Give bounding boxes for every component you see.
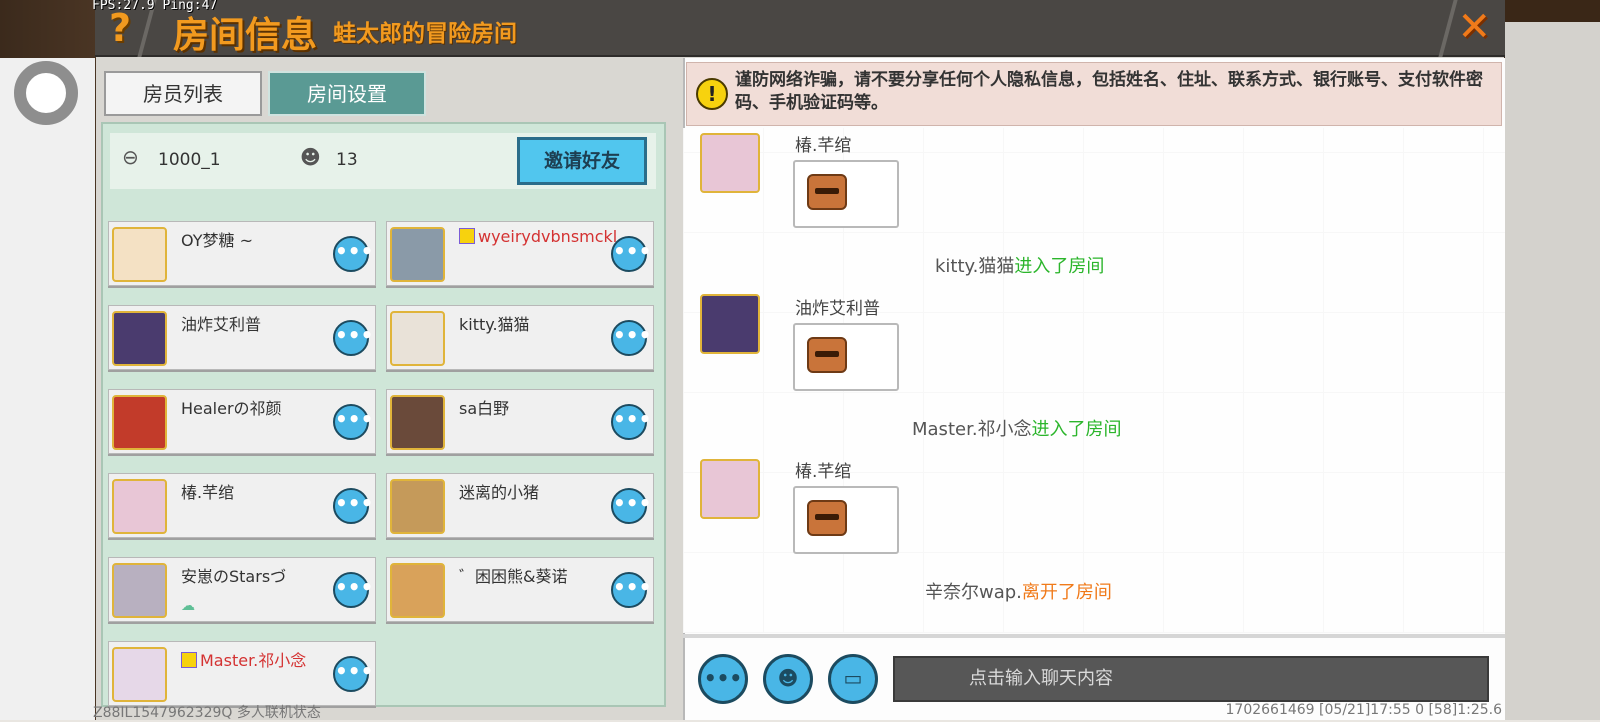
member-name: ゛困困熊&葵诺 (459, 567, 568, 586)
member-card[interactable]: OY梦糖 ~ ••• (108, 221, 376, 286)
member-name: 迷离的小猪 (459, 483, 540, 502)
room-name: 蛙太郎的冒险房间 (333, 21, 517, 47)
room-id: 1000_1 (158, 150, 221, 170)
avatar[interactable] (390, 479, 445, 534)
member-more-button[interactable]: ••• (611, 404, 651, 440)
invite-friends-button[interactable]: 邀请好友 (517, 137, 647, 185)
keyboard-button[interactable]: ▭ (828, 654, 878, 704)
member-more-button[interactable]: ••• (611, 320, 651, 356)
vip-badge-icon (181, 652, 197, 668)
vip-badge-icon (459, 228, 475, 244)
member-card[interactable]: Healerの祁颜 ••• (108, 389, 376, 454)
member-card[interactable]: Master.祁小念 ••• (108, 641, 376, 706)
avatar[interactable] (390, 311, 445, 366)
chat-more-button[interactable]: ••• (698, 654, 748, 704)
member-card[interactable]: 油炸艾利普 ••• (108, 305, 376, 370)
avatar[interactable] (390, 227, 445, 282)
member-more-button[interactable]: ••• (333, 320, 373, 356)
chat-divider (683, 634, 1505, 638)
system-action: 进入了房间 (1014, 256, 1105, 277)
chat-avatar[interactable] (700, 133, 760, 193)
left-side-pad (0, 58, 95, 720)
member-more-button[interactable]: ••• (333, 488, 373, 524)
footer-status-left: Z88IL1547962329Q 多人联机状态 (93, 705, 321, 721)
player-count: 13 (336, 150, 358, 170)
avatar[interactable] (112, 311, 167, 366)
chat-sender-name: 油炸艾利普 (795, 299, 880, 319)
game-world-right (1505, 0, 1600, 720)
member-name: 椿.芊绾 (181, 483, 235, 502)
tab-member-list[interactable]: 房员列表 (104, 71, 262, 116)
server-icon: ⊖ (122, 145, 139, 169)
emoji-button[interactable]: ☻ (763, 654, 813, 704)
chat-avatar[interactable] (700, 459, 760, 519)
member-card[interactable]: 迷离的小猪 ••• (386, 473, 654, 538)
emoji-sticker-icon (807, 500, 847, 536)
close-divider (1438, 0, 1458, 57)
system-message: 辛奈尔wap.离开了房间 (925, 578, 1112, 604)
chat-input[interactable]: 点击输入聊天内容 (893, 656, 1489, 702)
system-action: 离开了房间 (1021, 582, 1112, 603)
system-user: Master.祁小念 (912, 419, 1032, 440)
member-card[interactable]: kitty.猫猫 ••• (386, 305, 654, 370)
member-more-button[interactable]: ••• (333, 572, 373, 608)
footer-status-right: 1702661469 [05/21]17:55 0 [58]1:25.6 (1225, 702, 1502, 718)
avatar[interactable] (112, 227, 167, 282)
emoji-sticker-icon (807, 174, 847, 210)
page-title: 房间信息 (173, 15, 318, 56)
avatar[interactable] (112, 395, 167, 450)
member-more-button[interactable]: ••• (611, 236, 651, 272)
tab-room-settings[interactable]: 房间设置 (268, 71, 426, 116)
chat-sender-name: 椿.芊绾 (795, 462, 852, 482)
avatar[interactable] (390, 563, 445, 618)
member-name: wyeirydvbnsmckl (459, 227, 617, 246)
title-bar: ? 房间信息 蛙太郎的冒险房间 ✕ (95, 0, 1505, 57)
cloud-icon: ☁ (181, 598, 195, 614)
close-icon[interactable]: ✕ (1457, 4, 1491, 50)
system-user: 辛奈尔wap. (925, 582, 1022, 603)
member-name: 油炸艾利普 (181, 315, 262, 334)
avatar[interactable] (390, 395, 445, 450)
system-user: kitty.猫猫 (935, 256, 1015, 277)
member-name: OY梦糖 ~ (181, 231, 253, 250)
fraud-warning-banner: ! 谨防网络诈骗，请不要分享任何个人隐私信息，包括姓名、住址、联系方式、银行账号… (686, 62, 1502, 126)
chat-bubble (793, 323, 899, 391)
chat-bubble (793, 160, 899, 228)
member-card[interactable]: ゛困困熊&葵诺 ••• (386, 557, 654, 622)
emoji-sticker-icon (807, 337, 847, 373)
member-card[interactable]: wyeirydvbnsmckl ••• (386, 221, 654, 286)
avatar[interactable] (112, 563, 167, 618)
member-card[interactable]: 椿.芊绾 ••• (108, 473, 376, 538)
chat-avatar[interactable] (700, 294, 760, 354)
member-name: kitty.猫猫 (459, 315, 530, 334)
member-more-button[interactable]: ••• (611, 572, 651, 608)
member-name: Master.祁小念 (181, 647, 306, 671)
member-name: Healerの祁颜 (181, 399, 282, 418)
chat-sender-name: 椿.芊绾 (795, 136, 852, 156)
chat-bubble (793, 486, 899, 554)
warning-text: 谨防网络诈骗，请不要分享任何个人隐私信息，包括姓名、住址、联系方式、银行账号、支… (735, 70, 1483, 113)
member-more-button[interactable]: ••• (333, 656, 373, 692)
warning-icon: ! (696, 78, 728, 110)
avatar[interactable] (112, 479, 167, 534)
member-more-button[interactable]: ••• (333, 404, 373, 440)
fps-readout: FPS:27.9 Ping:47 (92, 0, 218, 13)
system-message: kitty.猫猫进入了房间 (935, 252, 1104, 278)
floating-circle-button[interactable] (14, 61, 78, 125)
system-action: 进入了房间 (1031, 419, 1122, 440)
member-card[interactable]: sa白野 ••• (386, 389, 654, 454)
member-more-button[interactable]: ••• (333, 236, 373, 272)
member-card[interactable]: 安崽のStarsづ ☁ ••• (108, 557, 376, 622)
avatar[interactable] (112, 647, 167, 702)
member-more-button[interactable]: ••• (611, 488, 651, 524)
game-world-right-top (1505, 0, 1600, 22)
member-name: sa白野 (459, 399, 510, 418)
player-count-icon: ☻ (300, 145, 321, 169)
system-message: Master.祁小念进入了房间 (912, 415, 1122, 441)
member-name: 安崽のStarsづ (181, 567, 287, 586)
